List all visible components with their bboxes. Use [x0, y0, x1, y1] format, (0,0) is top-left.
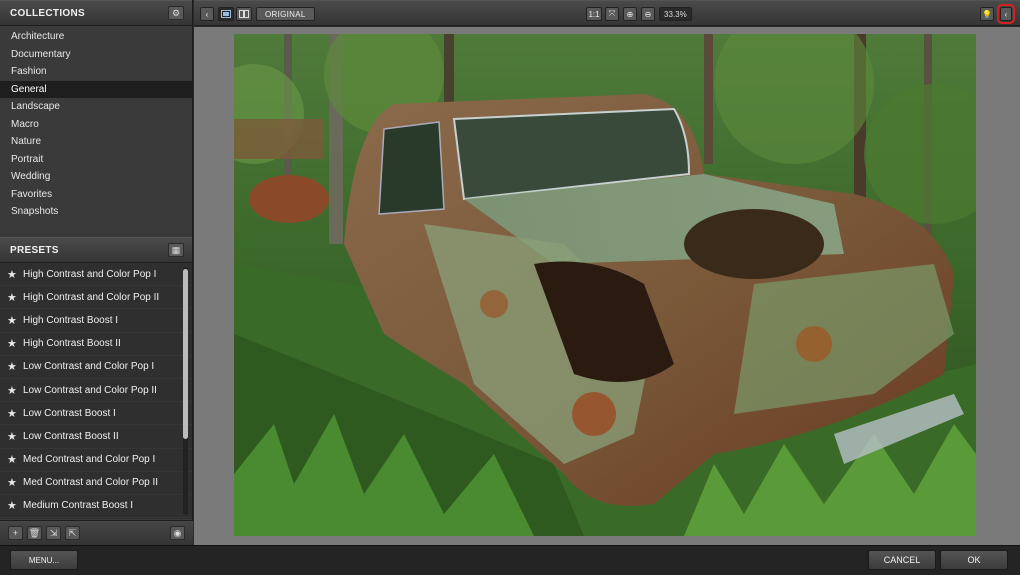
preset-label: Med Contrast and Color Pop I — [23, 454, 156, 466]
preset-item[interactable]: ★ Med Contrast and Color Pop II — [0, 472, 192, 495]
collection-item-landscape[interactable]: Landscape — [0, 98, 192, 116]
menu-button[interactable]: MENU... — [10, 550, 78, 570]
split-view-icon[interactable] — [236, 7, 252, 21]
camera-icon[interactable]: ◉ — [170, 526, 185, 540]
image-canvas — [194, 27, 1020, 545]
preset-label: Medium Contrast Boost I — [23, 500, 134, 512]
presets-header: PRESETS ▦ — [0, 237, 192, 263]
preset-item[interactable]: ★ High Contrast and Color Pop II — [0, 286, 192, 310]
preset-item[interactable]: ★ Med Contrast and Color Pop I — [0, 449, 192, 472]
sidebar: COLLECTIONS ⚙ Architecture Documentary Fas… — [0, 0, 193, 545]
app-window: COLLECTIONS ⚙ Architecture Documentary Fas… — [0, 0, 1020, 575]
preset-item[interactable]: ★ Low Contrast Boost II — [0, 425, 192, 449]
chevron-left-icon[interactable]: ‹ — [200, 7, 214, 21]
preset-item[interactable]: ★ High Contrast Boost I — [0, 309, 192, 333]
star-icon[interactable]: ★ — [7, 337, 17, 350]
add-preset-icon[interactable]: + — [8, 526, 23, 540]
collection-item-wedding[interactable]: Wedding — [0, 168, 192, 186]
star-icon[interactable]: ★ — [7, 314, 17, 327]
star-icon[interactable]: ★ — [7, 407, 17, 420]
star-icon[interactable]: ★ — [7, 360, 17, 373]
preset-item[interactable]: ★ High Contrast and Color Pop I — [0, 263, 192, 287]
collection-item-architecture[interactable]: Architecture — [0, 28, 192, 46]
collection-item-snapshots[interactable]: Snapshots — [0, 203, 192, 221]
preset-label: High Contrast Boost II — [23, 338, 121, 350]
preset-label: High Contrast and Color Pop II — [23, 291, 160, 303]
collection-item-documentary[interactable]: Documentary — [0, 46, 192, 64]
preset-item[interactable]: ★ Low Contrast and Color Pop I — [0, 356, 192, 379]
fit-screen-icon[interactable]: ⤧ — [605, 7, 619, 21]
star-icon[interactable]: ★ — [7, 476, 17, 489]
presets-list: ★ High Contrast and Color Pop I ★ High Cont… — [0, 263, 192, 519]
zoom-out-icon[interactable]: ⊖ — [641, 7, 655, 21]
gear-icon[interactable]: ⚙ — [168, 6, 184, 20]
star-icon[interactable]: ★ — [7, 384, 17, 397]
photo-preview[interactable] — [234, 34, 976, 536]
collections-header: COLLECTIONS ⚙ — [0, 0, 192, 26]
preset-label: Med Contrast and Color Pop II — [23, 477, 159, 489]
collection-item-general[interactable]: General — [0, 80, 192, 98]
one-to-one-button[interactable]: 1:1 — [586, 7, 602, 21]
ok-button[interactable]: OK — [940, 550, 1008, 570]
preset-label: Low Contrast and Color Pop I — [23, 361, 155, 373]
preset-label: High Contrast and Color Pop I — [23, 268, 157, 280]
preset-item[interactable]: ★ Medium Contrast Boost I — [0, 495, 192, 519]
collection-item-nature[interactable]: Nature — [0, 133, 192, 151]
star-icon[interactable]: ★ — [7, 430, 17, 443]
preset-item[interactable]: ★ Low Contrast and Color Pop II — [0, 379, 192, 403]
bottom-bar: MENU... CANCEL OK — [0, 545, 1020, 575]
chevron-right-panel-icon[interactable]: ‹ — [997, 4, 1015, 24]
star-icon[interactable]: ★ — [7, 453, 17, 466]
star-icon[interactable]: ★ — [7, 291, 17, 304]
preset-label: Low Contrast Boost II — [23, 430, 119, 442]
star-icon[interactable]: ★ — [7, 499, 17, 512]
collection-item-portrait[interactable]: Portrait — [0, 151, 192, 169]
single-view-icon[interactable] — [218, 7, 234, 21]
preset-label: Low Contrast Boost I — [23, 407, 116, 419]
grid-view-icon[interactable]: ▦ — [168, 243, 184, 257]
preset-toolbar: + 🗑 ⇲ ⇱ ◉ — [0, 520, 193, 545]
collections-title: COLLECTIONS — [10, 7, 85, 19]
export-icon[interactable]: ⇱ — [65, 526, 80, 540]
top-toolbar: ‹ ORIGINAL 1:1 ⤧ ⊕ ⊖ 33.3% 💡 ‹ — [194, 0, 1020, 26]
collection-item-macro[interactable]: Macro — [0, 116, 192, 134]
zoom-level: 33.3% — [659, 7, 692, 21]
presets-title: PRESETS — [10, 244, 59, 256]
preset-item[interactable]: ★ Low Contrast Boost I — [0, 402, 192, 426]
collection-item-favorites[interactable]: Favorites — [0, 186, 192, 204]
lightbulb-icon[interactable]: 💡 — [980, 7, 994, 21]
preset-item[interactable]: ★ High Contrast Boost II — [0, 333, 192, 356]
preset-label: Low Contrast and Color Pop II — [23, 384, 157, 396]
preset-label: High Contrast Boost I — [23, 314, 119, 326]
import-icon[interactable]: ⇲ — [46, 526, 61, 540]
zoom-in-icon[interactable]: ⊕ — [623, 7, 637, 21]
presets-scrollbar[interactable] — [183, 267, 188, 515]
rusty-car-photo — [234, 34, 976, 536]
star-icon[interactable]: ★ — [7, 268, 17, 281]
original-button[interactable]: ORIGINAL — [256, 7, 315, 21]
collections-list: Architecture Documentary Fashion General Lan… — [0, 26, 192, 236]
cancel-button[interactable]: CANCEL — [868, 550, 936, 570]
collection-item-fashion[interactable]: Fashion — [0, 63, 192, 81]
trash-icon[interactable]: 🗑 — [27, 526, 42, 540]
presets-scroll-thumb[interactable] — [183, 269, 188, 439]
